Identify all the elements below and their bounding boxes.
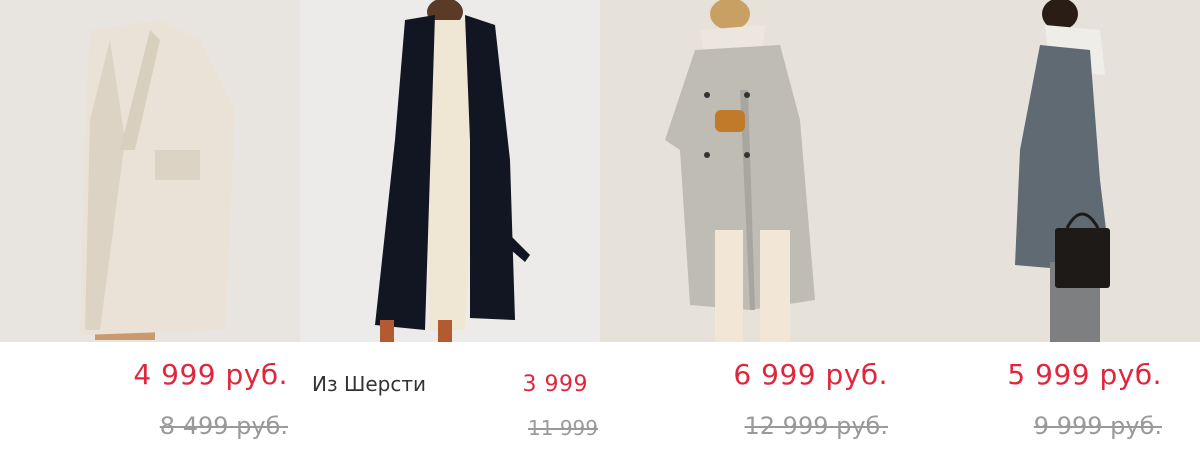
old-price: 11 999 xyxy=(528,416,598,440)
sale-price: 5 999 руб. xyxy=(1007,358,1162,391)
product-photo[interactable] xyxy=(300,0,600,342)
sale-price: 6 999 руб. xyxy=(733,358,888,391)
sale-price: 3 999 xyxy=(522,372,588,397)
old-price: 9 999 руб. xyxy=(1033,412,1162,440)
product-grid: 4 999 руб. 8 499 руб. Из Шерсти 3 999 11… xyxy=(0,0,1200,454)
sale-price: 4 999 руб. xyxy=(133,358,288,391)
product-card[interactable]: 6 999 руб. 12 999 руб. xyxy=(600,0,900,454)
product-name[interactable]: Из Шерсти xyxy=(312,372,426,396)
product-card[interactable]: 5 999 руб. 9 999 руб. xyxy=(900,0,1200,454)
product-info: 6 999 руб. 12 999 руб. xyxy=(600,342,900,454)
product-photo[interactable] xyxy=(0,0,300,342)
product-card[interactable]: 4 999 руб. 8 499 руб. xyxy=(0,0,300,454)
old-price: 12 999 руб. xyxy=(744,412,888,440)
product-info: 4 999 руб. 8 499 руб. xyxy=(0,342,300,454)
product-photo[interactable] xyxy=(600,0,900,342)
product-info: 5 999 руб. 9 999 руб. xyxy=(900,342,1200,454)
old-price: 8 499 руб. xyxy=(159,412,288,440)
product-info: Из Шерсти 3 999 11 999 xyxy=(300,342,600,454)
product-card[interactable]: Из Шерсти 3 999 11 999 xyxy=(300,0,600,454)
product-photo[interactable] xyxy=(900,0,1200,342)
